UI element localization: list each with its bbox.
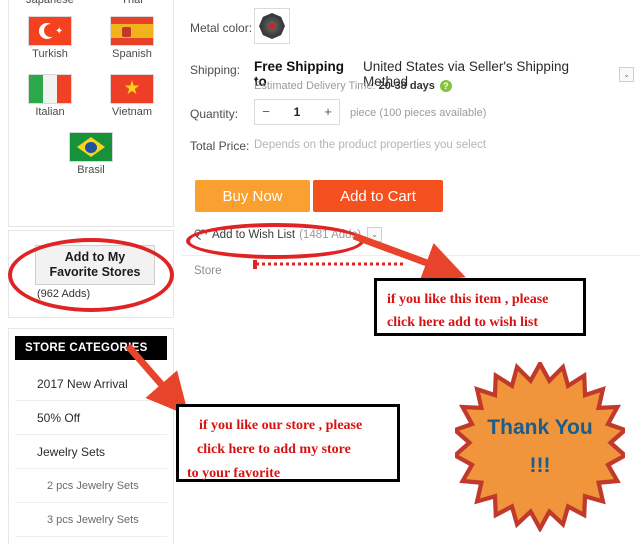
delivery-time-value: 20-38 days xyxy=(378,80,435,92)
total-price-label: Total Price: xyxy=(190,139,250,153)
delivery-time-label: Estimated Delivery Time: xyxy=(254,80,376,92)
language-item-vietnam[interactable]: ★ Vietnam xyxy=(94,74,170,118)
estimated-delivery-row: Estimated Delivery Time: 20-38 days ? xyxy=(254,80,452,92)
highlight-ellipse-favorite-store xyxy=(8,238,174,312)
annotation-line: to your favorite xyxy=(187,466,281,481)
language-row: Brasil xyxy=(9,132,173,176)
chevron-down-icon[interactable]: ⌄ xyxy=(619,66,634,82)
language-label: Spanish xyxy=(112,48,152,60)
category-label: 50% Off xyxy=(37,410,81,425)
total-price-value: Depends on the product properties you se… xyxy=(254,139,487,151)
language-selector-panel: Japanese Thai ✦ Turkish Spanish Italian … xyxy=(8,0,174,227)
quantity-decrease-button[interactable]: − xyxy=(255,100,277,124)
language-row: Japanese Thai xyxy=(9,0,173,6)
language-label: Japanese xyxy=(26,0,74,6)
store-categories-header: STORE CATEGORIES xyxy=(15,336,167,360)
language-label: Brasil xyxy=(77,164,105,176)
spanish-flag-icon xyxy=(110,16,154,46)
add-to-cart-button[interactable]: Add to Cart xyxy=(313,180,443,212)
sidebar-item-jewelry-sets[interactable]: Jewelry Sets xyxy=(15,435,167,469)
sidebar-item-3-pcs-jewelry-sets[interactable]: 3 pcs Jewelry Sets xyxy=(15,503,167,537)
help-icon[interactable]: ? xyxy=(439,80,452,92)
language-row: ✦ Turkish Spanish xyxy=(9,16,173,60)
quantity-stepper[interactable]: − 1 + xyxy=(254,99,340,125)
pendant-thumbnail-icon xyxy=(259,13,285,39)
sidebar-item-2017-new-arrival[interactable]: 2017 New Arrival xyxy=(15,367,167,401)
language-item-japanese[interactable]: Japanese xyxy=(12,0,88,6)
language-label: Thai xyxy=(121,0,143,6)
vietnam-flag-icon: ★ xyxy=(110,74,154,104)
language-grid: Japanese Thai ✦ Turkish Spanish Italian … xyxy=(9,0,173,176)
category-label: 2017 New Arrival xyxy=(37,376,128,391)
turkish-flag-icon: ✦ xyxy=(28,16,72,46)
metal-color-label: Metal color: xyxy=(190,21,253,35)
category-label: 3 pcs Jewelry Sets xyxy=(47,513,139,526)
language-item-italian[interactable]: Italian xyxy=(12,74,88,118)
quantity-input[interactable]: 1 xyxy=(277,105,317,119)
buy-now-button[interactable]: Buy Now xyxy=(195,180,310,212)
brasil-flag-icon xyxy=(69,132,113,162)
category-label: 2 pcs Jewelry Sets xyxy=(47,479,139,492)
annotation-line: if you like our store , please xyxy=(199,418,363,433)
language-item-spanish[interactable]: Spanish xyxy=(94,16,170,60)
store-categories-panel: STORE CATEGORIES 2017 New Arrival 50% Of… xyxy=(8,328,174,544)
shipping-label: Shipping: xyxy=(190,63,241,77)
italian-flag-icon xyxy=(28,74,72,104)
annotation-line: click here to add my store xyxy=(197,442,351,457)
quantity-label: Quantity: xyxy=(190,107,239,121)
language-item-brasil[interactable]: Brasil xyxy=(53,132,129,176)
highlight-ellipse-wish-list xyxy=(186,223,364,259)
annotation-line: if you like this item , please xyxy=(387,292,549,307)
language-label: Italian xyxy=(35,106,65,118)
language-label: Vietnam xyxy=(111,106,153,118)
language-label: Turkish xyxy=(32,48,68,60)
page-root: Japanese Thai ✦ Turkish Spanish Italian … xyxy=(0,0,640,544)
thank-you-badge: Thank You !!! xyxy=(455,362,625,532)
metal-color-swatch[interactable] xyxy=(254,8,290,44)
annotation-box-favorite-store: if you like our store , please click her… xyxy=(176,404,400,482)
sidebar-item-50-off[interactable]: 50% Off xyxy=(15,401,167,435)
annotation-box-wish-list: if you like this item , please click her… xyxy=(374,278,586,336)
language-item-thai[interactable]: Thai xyxy=(94,0,170,6)
store-section-label: Store xyxy=(194,265,222,277)
quantity-increase-button[interactable]: + xyxy=(317,100,339,124)
category-label: Jewelry Sets xyxy=(37,444,106,459)
annotation-line: click here add to wish list xyxy=(387,315,539,330)
chevron-down-icon[interactable]: ⌄ xyxy=(367,227,383,242)
red-dashed-marker xyxy=(253,260,404,269)
language-row: Italian ★ Vietnam xyxy=(9,74,173,118)
quantity-availability-text: piece (100 pieces available) xyxy=(350,107,487,119)
starburst-icon xyxy=(455,362,625,532)
language-item-turkish[interactable]: ✦ Turkish xyxy=(12,16,88,60)
sidebar-item-2-pcs-jewelry-sets[interactable]: 2 pcs Jewelry Sets xyxy=(15,469,167,503)
